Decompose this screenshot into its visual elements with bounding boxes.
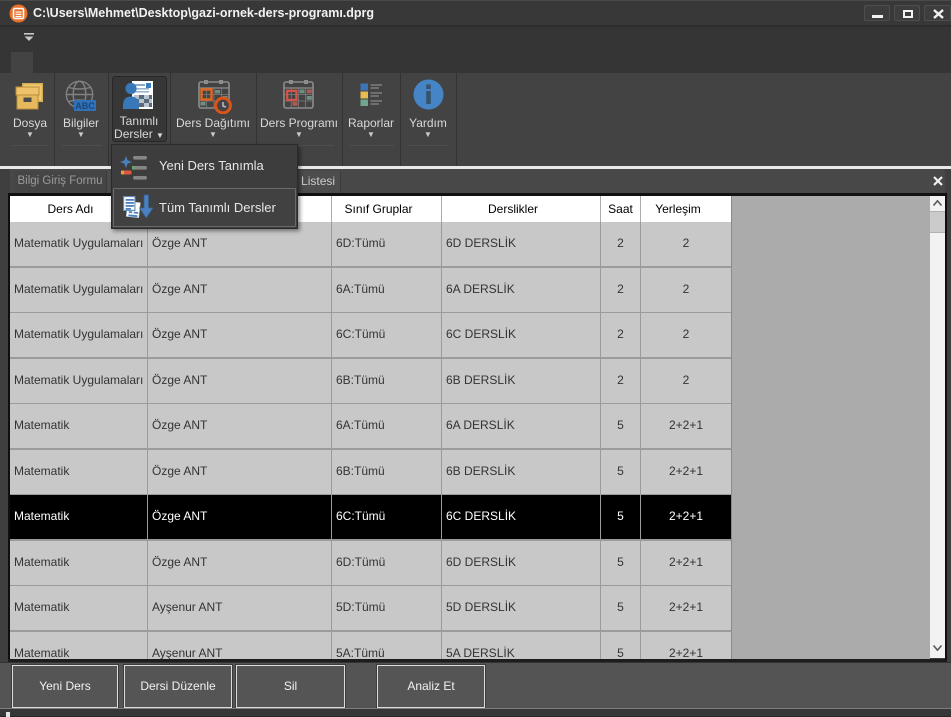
svg-text:ABC: ABC <box>75 101 95 111</box>
